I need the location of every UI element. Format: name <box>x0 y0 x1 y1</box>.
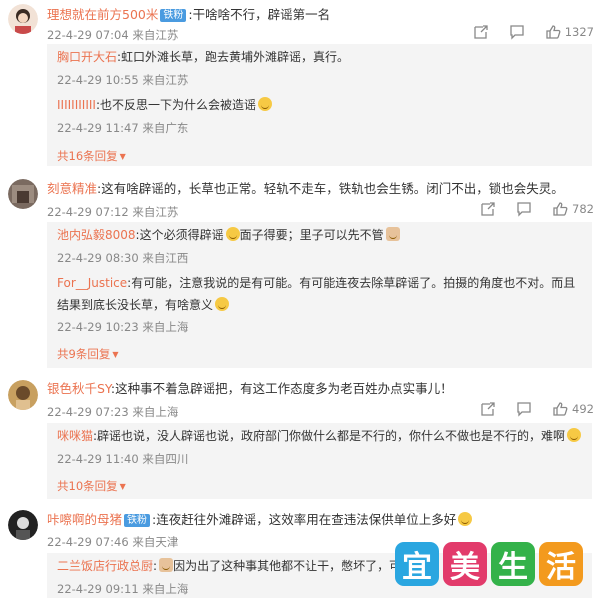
watermark-char: 美 <box>443 542 487 586</box>
thumbs-up-icon <box>553 202 568 216</box>
more-replies-link[interactable]: 共16条回复 ▼ <box>57 148 126 164</box>
reply-box: 胸口开大石:虹口外滩长草，跑去黄埔外滩辟谣，真行。 22-4-29 10:55 … <box>47 44 592 166</box>
comment-button[interactable] <box>516 201 532 217</box>
watermark-char: 宜 <box>395 542 439 586</box>
more-replies-label: 共9条回复 <box>57 347 111 361</box>
reply-text: :辟谣也说，没人辟谣也说，政府部门你做什么都是不行的，你什么不做也是不行的，难啊 <box>93 429 566 443</box>
like-button[interactable]: 782 <box>552 201 594 217</box>
cat-emoji-icon <box>159 558 174 572</box>
share-button[interactable] <box>473 24 489 40</box>
reply-text: :也不反思一下为什么会被造谣 <box>95 98 256 112</box>
reply-username[interactable]: 二兰饭店行政总厨 <box>57 559 153 573</box>
reply-text-continued: 因为出了这种事其他都不让干，憋坏了，可 <box>173 559 402 573</box>
emoji-icon <box>215 297 230 311</box>
comment-icon <box>510 25 524 40</box>
avatar[interactable] <box>8 179 38 209</box>
comment-item: 银色秋千SY:这种事不着急辟谣把，有这工作态度多为老百姓办点实事儿！ 22-4-… <box>0 375 600 500</box>
comment-icon <box>517 402 531 417</box>
comment-item: 理想就在前方500米 铁粉:干啥啥不行，辟谣第一名 22-4-29 07:04 来… <box>0 0 600 170</box>
more-replies-link[interactable]: 共10条回复 ▼ <box>57 478 126 494</box>
fan-badge: 铁粉 <box>124 514 151 527</box>
emoji-icon <box>567 428 582 442</box>
more-replies-label: 共16条回复 <box>57 149 118 163</box>
thumbs-up-icon <box>553 402 568 416</box>
comment-actions: 1327 <box>453 24 594 40</box>
thumbs-up-icon <box>546 25 561 39</box>
comment-text: :连夜赶往外滩辟谣，这效率用在查违法保供单位上多好 <box>152 512 457 527</box>
share-button[interactable] <box>480 401 496 417</box>
emoji-icon <box>257 97 272 111</box>
reply-text-continued: 面子得要；里子可以先不管 <box>239 228 384 242</box>
comment-meta: 22-4-29 07:46 来自天津 <box>47 535 179 549</box>
reply-meta: 22-4-29 11:40 来自四川 <box>57 452 189 466</box>
reply-username[interactable]: 池内弘毅8008 <box>57 228 136 242</box>
share-icon <box>474 25 488 39</box>
username[interactable]: 刻意精准 <box>47 181 97 196</box>
comment-text: :这有啥辟谣的，长草也正常。轻轨不走车，铁轨也会生锈。闭门不出，锁也会失灵。 <box>97 181 564 196</box>
comment-button[interactable] <box>516 401 532 417</box>
like-count: 492 <box>572 402 594 416</box>
caret-down-icon: ▼ <box>119 482 126 491</box>
reply-item: For__Justice:有可能，注意我说的是有可能。有可能连夜去除草辟谣了。拍… <box>57 272 584 316</box>
username[interactable]: 咔嚓啊的母猪 <box>47 512 122 527</box>
cat-emoji-icon <box>385 227 400 241</box>
reply-item: IIIIIIIIIII:也不反思一下为什么会被造谣 <box>57 94 584 116</box>
comment-text: :这种事不着急辟谣把，有这工作态度多为老百姓办点实事儿！ <box>110 381 453 396</box>
like-count: 1327 <box>564 25 594 39</box>
reply-item: 池内弘毅8008:这个必须得辟谣 面子得要；里子可以先不管 <box>57 224 584 246</box>
reply-box: 咪咪猫:辟谣也说，没人辟谣也说，政府部门你做什么都是不行的，你什么不做也是不行的… <box>47 423 592 499</box>
avatar[interactable] <box>8 4 38 34</box>
emoji-icon <box>458 512 473 526</box>
comment-line: 银色秋千SY:这种事不着急辟谣把，有这工作态度多为老百姓办点实事儿！ <box>47 381 453 397</box>
reply-username[interactable]: 胸口开大石 <box>57 50 117 64</box>
comment-actions: 492 <box>460 401 594 417</box>
reply-meta: 22-4-29 08:30 来自江西 <box>57 251 189 265</box>
reply-text: :这个必须得辟谣 <box>135 228 224 242</box>
like-count: 782 <box>572 202 594 216</box>
watermark-logo: 宜 美 生 活 <box>395 542 583 586</box>
comment-actions: 782 <box>460 201 594 217</box>
watermark-char: 活 <box>539 542 583 586</box>
comment-icon <box>517 202 531 217</box>
share-button[interactable] <box>480 201 496 217</box>
share-icon <box>481 202 495 216</box>
avatar[interactable] <box>8 380 38 410</box>
username[interactable]: 银色秋千SY <box>47 381 111 396</box>
caret-down-icon: ▼ <box>119 152 126 161</box>
reply-text: :有可能，注意我说的是有可能。有可能连夜去除草辟谣了。拍摄的角度也不对。而且结果… <box>57 276 576 312</box>
share-icon <box>481 402 495 416</box>
username[interactable]: 理想就在前方500米 <box>47 7 158 22</box>
emoji-icon <box>225 227 240 241</box>
comment-line: 咔嚓啊的母猪 铁粉:连夜赶往外滩辟谣，这效率用在查违法保供单位上多好 <box>47 512 473 528</box>
reply-text: : <box>153 559 158 573</box>
reply-username[interactable]: For__Justice <box>57 276 127 290</box>
reply-meta: 22-4-29 10:55 来自江苏 <box>57 73 189 87</box>
reply-meta: 22-4-29 11:47 来自广东 <box>57 121 189 135</box>
comment-text: :干啥啥不行，辟谣第一名 <box>188 7 331 22</box>
comment-meta: 22-4-29 07:23 来自上海 <box>47 405 179 419</box>
fan-badge: 铁粉 <box>160 9 187 22</box>
avatar[interactable] <box>8 510 38 540</box>
reply-box: 池内弘毅8008:这个必须得辟谣 面子得要；里子可以先不管 22-4-29 08:… <box>47 222 592 368</box>
reply-meta: 22-4-29 09:11 来自上海 <box>57 582 189 596</box>
comment-button[interactable] <box>509 24 525 40</box>
reply-item: 胸口开大石:虹口外滩长草，跑去黄埔外滩辟谣，真行。 <box>57 46 584 68</box>
like-button[interactable]: 1327 <box>545 24 594 40</box>
watermark-char: 生 <box>491 542 535 586</box>
reply-text: :虹口外滩长草，跑去黄埔外滩辟谣，真行。 <box>117 50 350 64</box>
reply-item: 咪咪猫:辟谣也说，没人辟谣也说，政府部门你做什么都是不行的，你什么不做也是不行的… <box>57 425 584 447</box>
more-replies-label: 共10条回复 <box>57 479 118 493</box>
like-button[interactable]: 492 <box>552 401 594 417</box>
comment-line: 刻意精准:这有啥辟谣的，长草也正常。轻轨不走车，铁轨也会生锈。闭门不出，锁也会失… <box>47 181 564 197</box>
reply-username[interactable]: IIIIIIIIIII <box>57 98 96 112</box>
more-replies-link[interactable]: 共9条回复 ▼ <box>57 346 118 362</box>
comment-item: 刻意精准:这有啥辟谣的，长草也正常。轻轨不走车，铁轨也会生锈。闭门不出，锁也会失… <box>0 174 600 370</box>
comment-line: 理想就在前方500米 铁粉:干啥啥不行，辟谣第一名 <box>47 7 330 23</box>
caret-down-icon: ▼ <box>112 350 119 359</box>
comment-meta: 22-4-29 07:12 来自江苏 <box>47 205 179 219</box>
comment-meta: 22-4-29 07:04 来自江苏 <box>47 28 179 42</box>
reply-username[interactable]: 咪咪猫 <box>57 429 93 443</box>
reply-meta: 22-4-29 10:23 来自上海 <box>57 320 189 334</box>
